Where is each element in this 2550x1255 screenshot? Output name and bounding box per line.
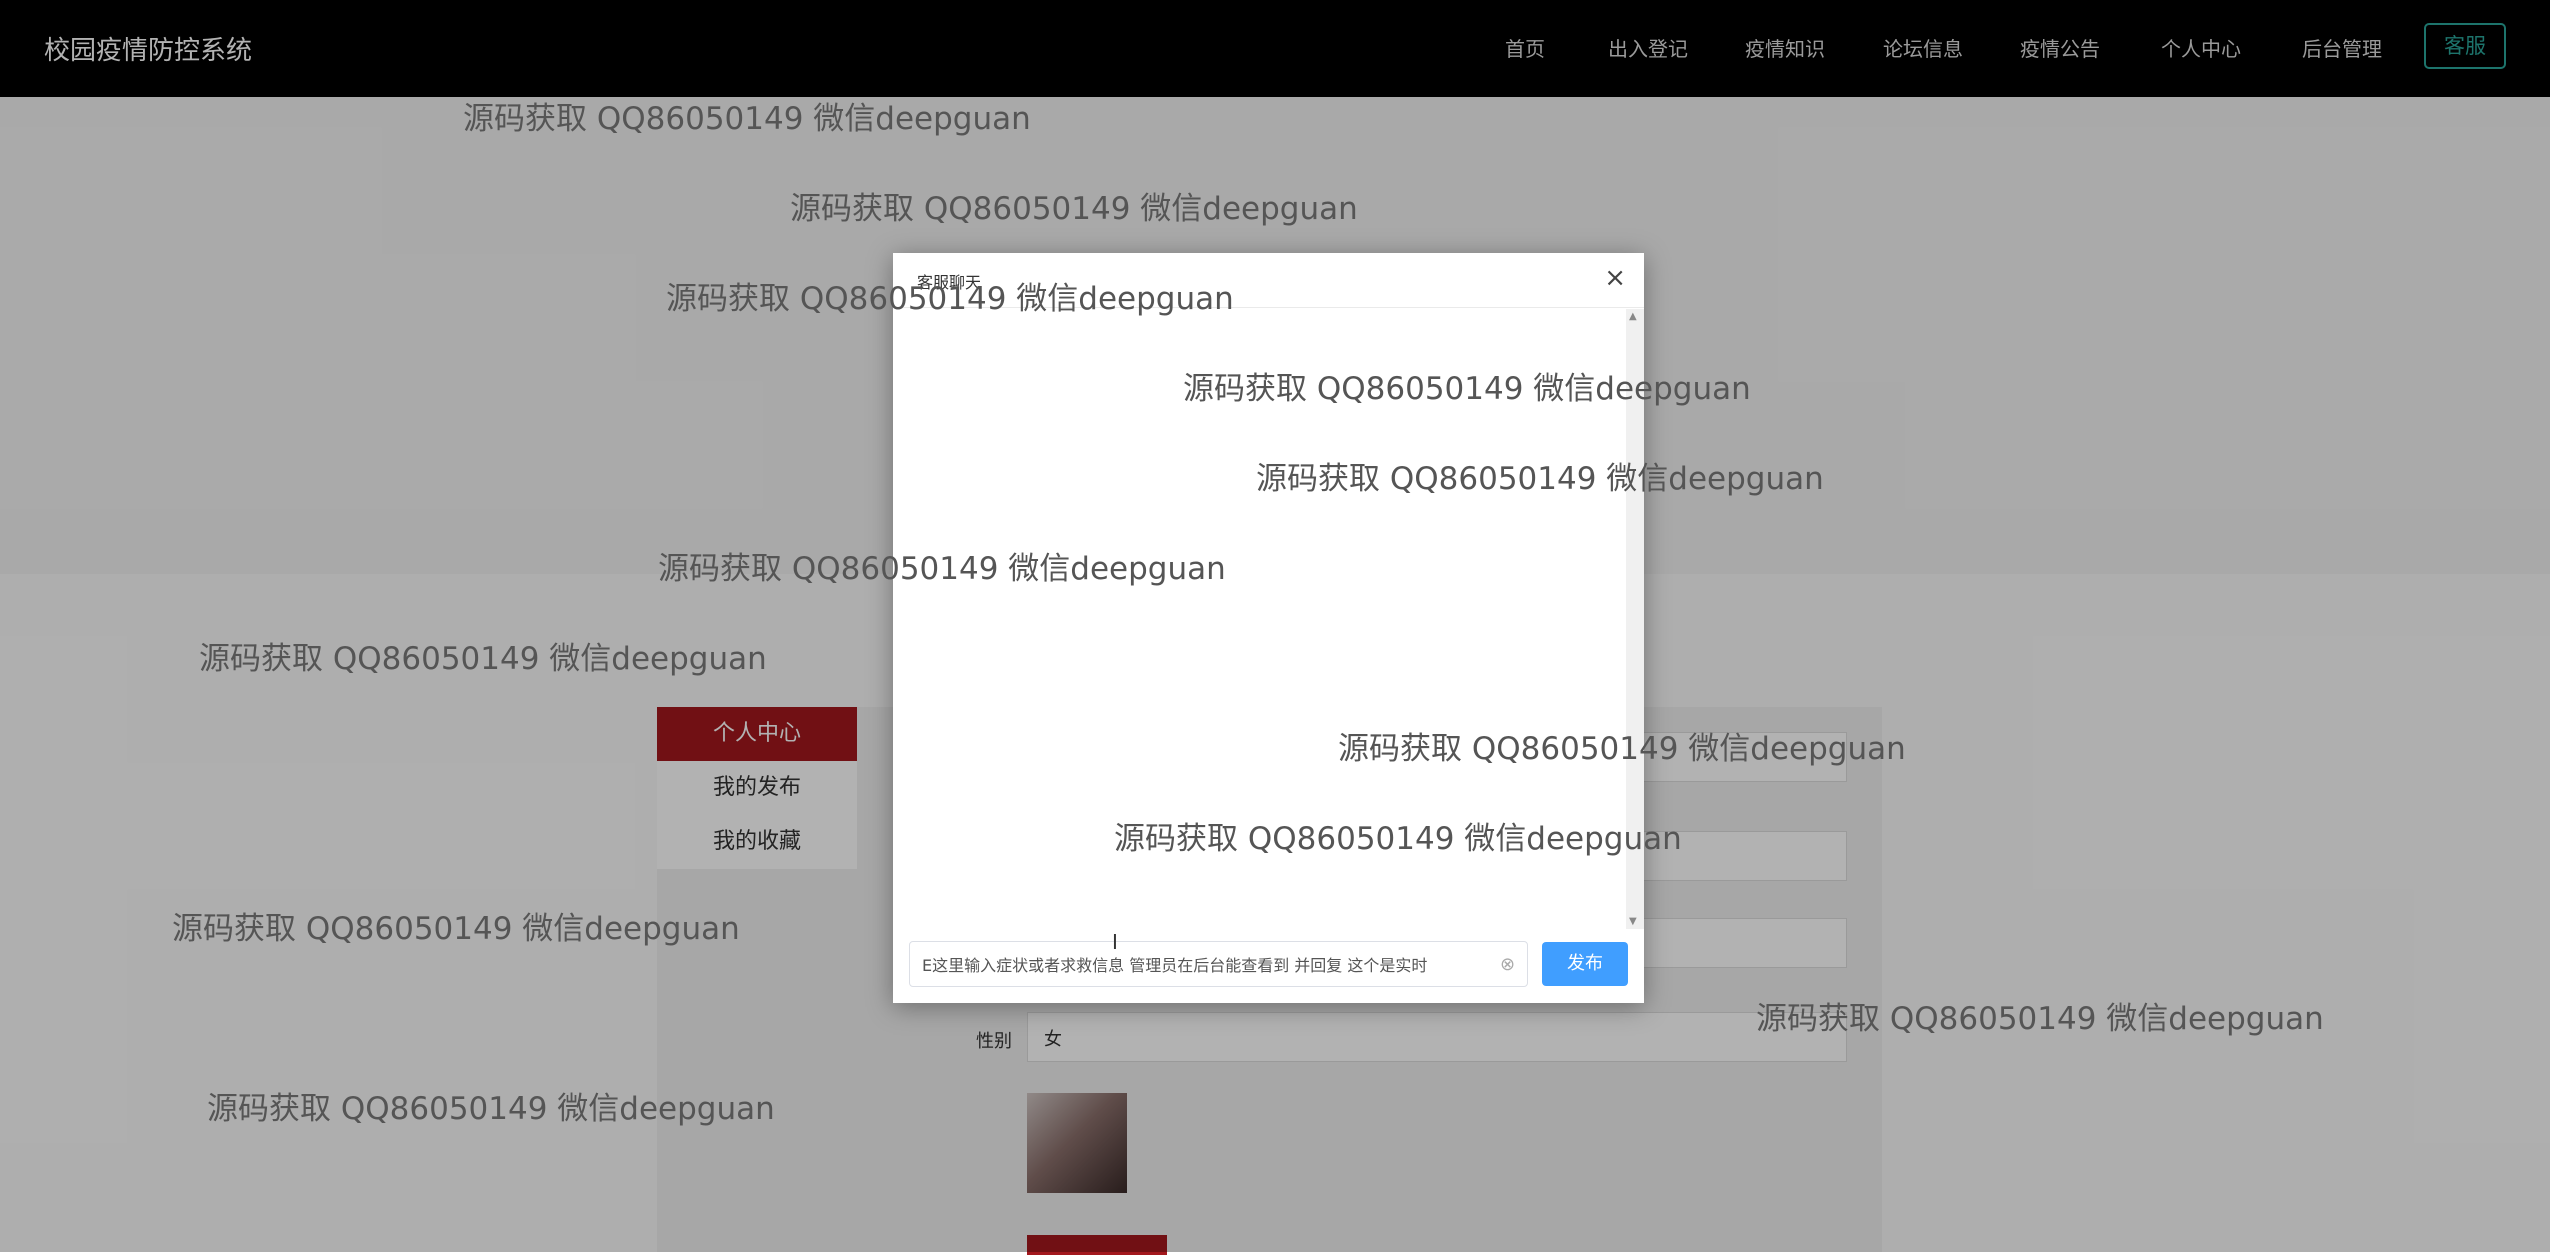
watermark: 源码获取 QQ86050149 微信deepguan	[666, 281, 1234, 317]
message-input[interactable]	[909, 941, 1528, 987]
watermark: 源码获取 QQ86050149 微信deepguan	[1256, 461, 1824, 497]
close-icon[interactable]: ×	[1604, 265, 1626, 291]
scroll-up-icon[interactable]: ▲	[1629, 311, 1637, 322]
watermark: 源码获取 QQ86050149 微信deepguan	[1114, 821, 1682, 857]
watermark: 源码获取 QQ86050149 微信deepguan	[1338, 731, 1906, 767]
watermark: 源码获取 QQ86050149 微信deepguan	[207, 1091, 775, 1127]
watermark: 源码获取 QQ86050149 微信deepguan	[1756, 1001, 2324, 1037]
clear-icon[interactable]: ⊗	[1500, 954, 1515, 975]
publish-button[interactable]: 发布	[1542, 942, 1628, 986]
watermark: 源码获取 QQ86050149 微信deepguan	[658, 551, 1226, 587]
watermark: 源码获取 QQ86050149 微信deepguan	[463, 101, 1031, 137]
watermark: 源码获取 QQ86050149 微信deepguan	[199, 641, 767, 677]
scroll-down-icon[interactable]: ▼	[1629, 916, 1637, 927]
watermark: 源码获取 QQ86050149 微信deepguan	[790, 191, 1358, 227]
watermark: 源码获取 QQ86050149 微信deepguan	[1183, 371, 1751, 407]
text-cursor-icon: I	[1112, 930, 1118, 954]
watermark: 源码获取 QQ86050149 微信deepguan	[172, 911, 740, 947]
